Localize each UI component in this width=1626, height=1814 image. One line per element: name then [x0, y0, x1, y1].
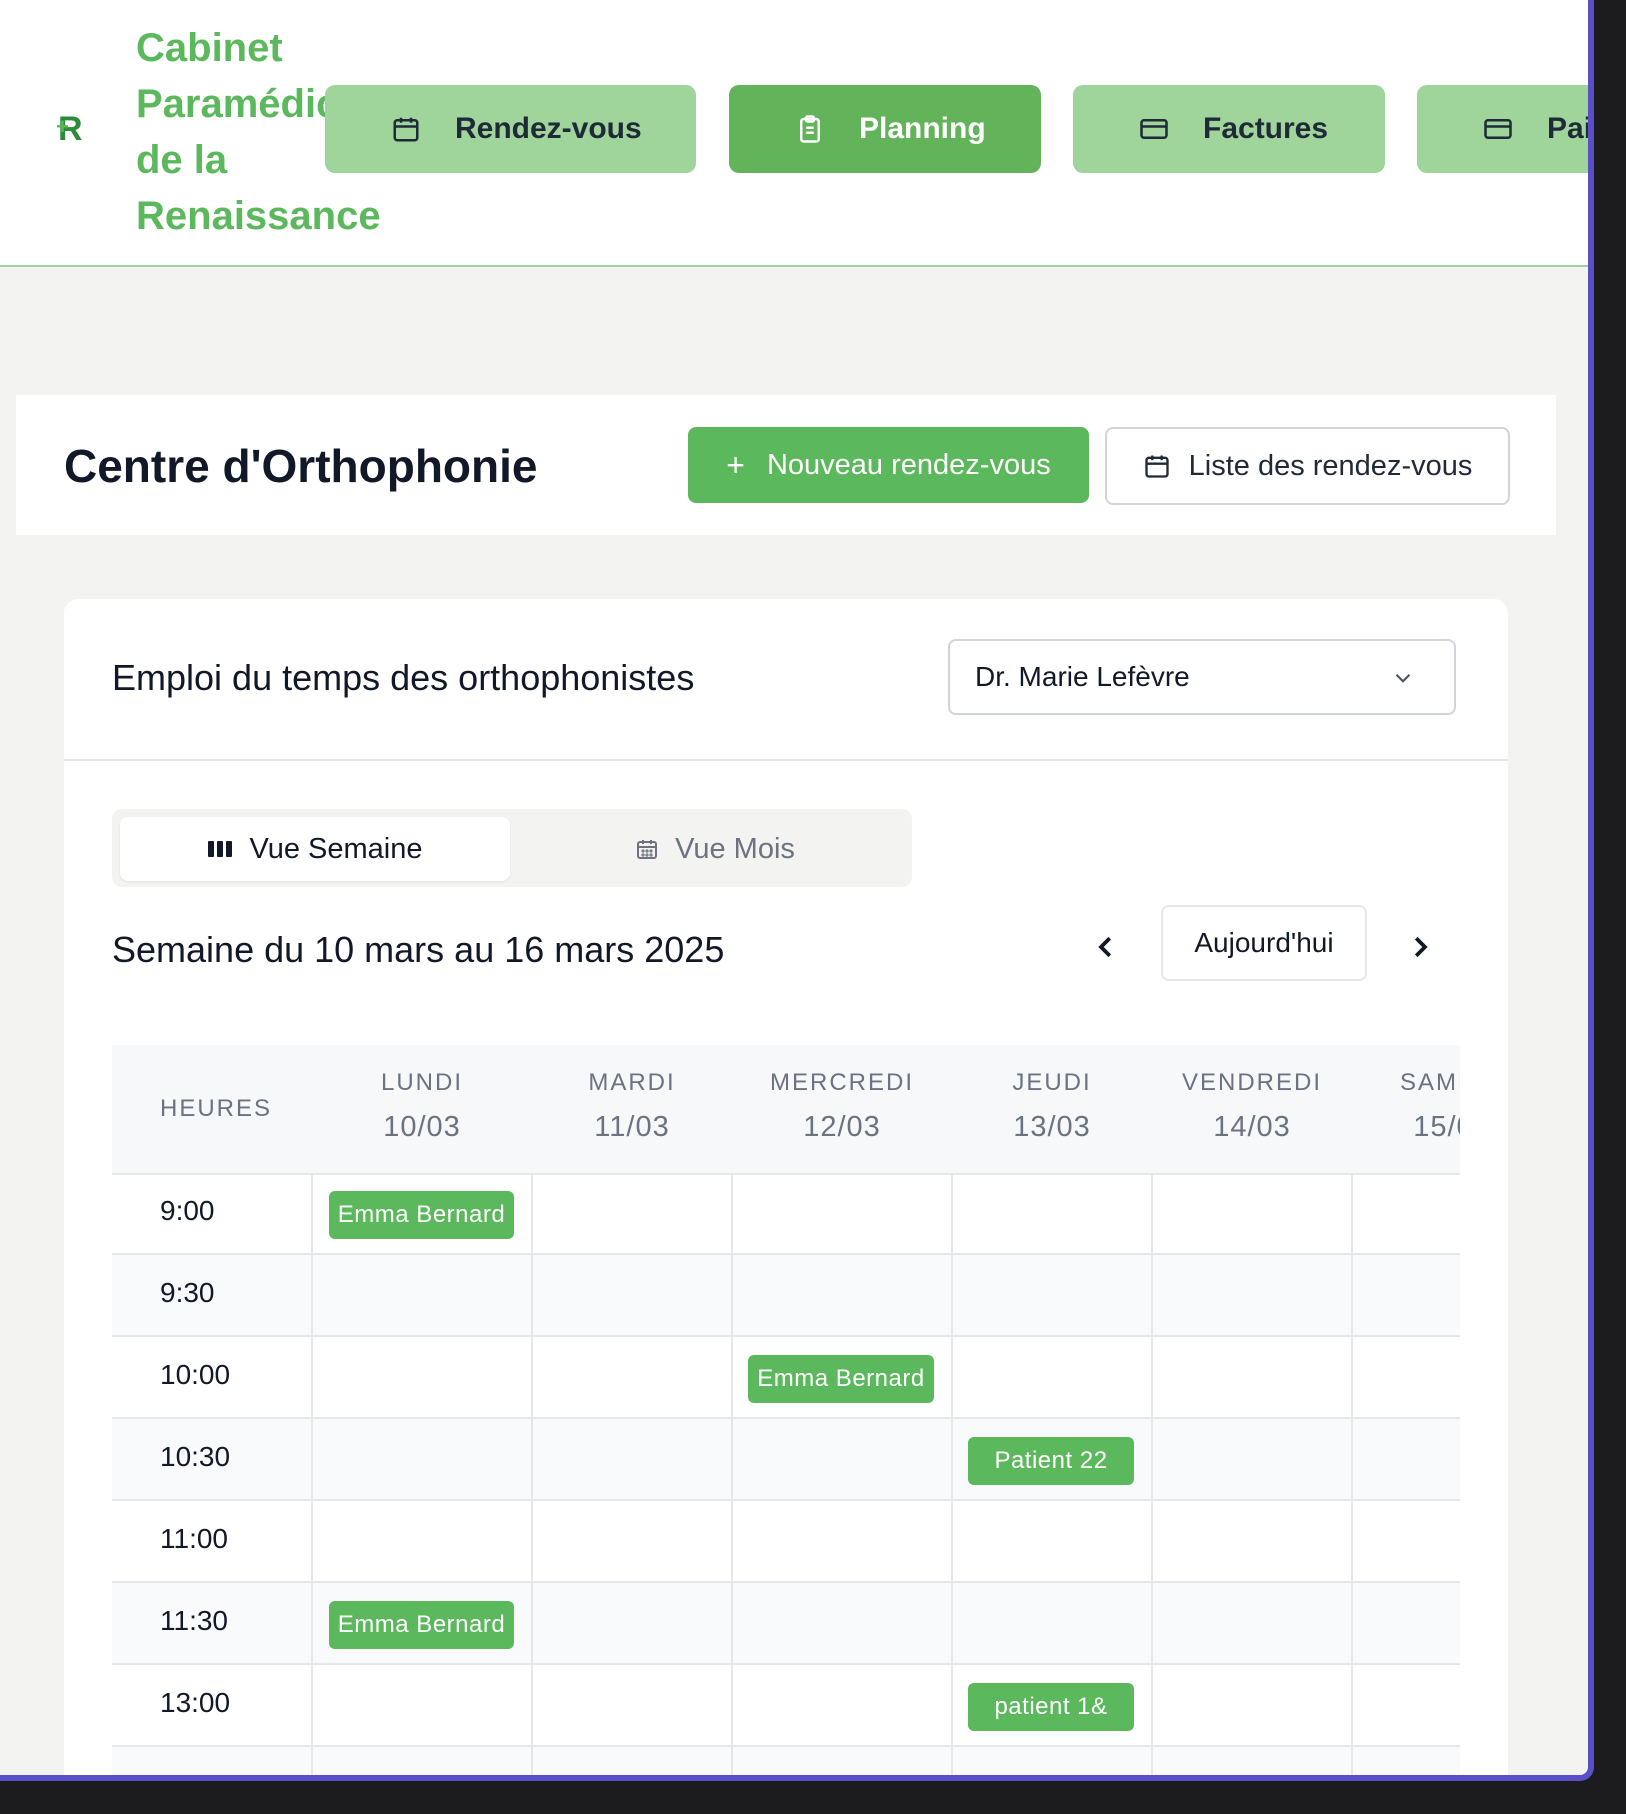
- chevron-down-icon: [1390, 665, 1416, 698]
- day-name: JEUDI: [1012, 1069, 1092, 1096]
- appointment-list-label: Liste des rendez-vous: [1188, 449, 1473, 482]
- time-row: 13:00: [112, 1665, 1460, 1747]
- browser-viewport: + R Cabinet Paramédic de la Renaissance R…: [0, 0, 1594, 1781]
- column-divider: [1351, 1173, 1353, 1775]
- day-header: VENDREDI 14/03: [1152, 1069, 1352, 1144]
- plus-icon: +: [726, 446, 745, 483]
- next-week-button[interactable]: [1400, 927, 1440, 967]
- previous-week-button[interactable]: [1086, 927, 1126, 967]
- brand-line: Renaissance: [136, 194, 381, 238]
- tab-label: Vue Semaine: [249, 832, 423, 865]
- column-divider: [1151, 1173, 1153, 1775]
- time-row: 11:00: [112, 1501, 1460, 1583]
- day-header: JEUDI 13/03: [952, 1069, 1152, 1144]
- week-range-label: Semaine du 10 mars au 16 mars 2025: [112, 929, 725, 970]
- calendar-icon: [1143, 452, 1171, 480]
- time-label: 9:00: [160, 1195, 215, 1226]
- calendar-header-row: HEURES LUNDI 10/03 MARDI 11/03 MERCREDI …: [112, 1045, 1460, 1175]
- calendar-icon: [389, 112, 423, 146]
- tab-month-view[interactable]: Vue Mois: [520, 817, 910, 881]
- appointment-list-button[interactable]: Liste des rendez-vous: [1105, 427, 1510, 505]
- appointment-chip[interactable]: Patient 22: [968, 1437, 1134, 1485]
- appointment-chip[interactable]: Emma Bernard: [329, 1601, 514, 1649]
- day-header: LUNDI 10/03: [312, 1069, 532, 1144]
- columns-icon: [207, 839, 233, 859]
- nav-label: Factures: [1203, 112, 1329, 145]
- time-row: 9:30: [112, 1255, 1460, 1337]
- hours-column-header: HEURES: [160, 1095, 273, 1122]
- logo-icon[interactable]: + R: [56, 112, 88, 146]
- tab-label: Vue Mois: [675, 832, 795, 865]
- day-name: LUNDI: [380, 1069, 463, 1096]
- page-title: Centre d'Orthophonie: [64, 440, 538, 492]
- day-header: MERCREDI 12/03: [732, 1069, 952, 1144]
- column-divider: [311, 1173, 313, 1775]
- practitioner-select-value: Dr. Marie Lefèvre: [975, 661, 1190, 692]
- day-header: SAMEDI 15/03: [1352, 1069, 1460, 1144]
- calendar-grid-icon: [635, 837, 659, 861]
- week-calendar-grid: HEURES LUNDI 10/03 MARDI 11/03 MERCREDI …: [112, 1045, 1460, 1775]
- time-label: 10:30: [160, 1441, 231, 1472]
- time-label: 10:00: [160, 1359, 231, 1390]
- day-date: 15/03: [1413, 1111, 1460, 1143]
- time-label: 11:30: [160, 1605, 228, 1636]
- brand-line: Cabinet: [136, 26, 283, 70]
- chevron-right-icon: [1414, 936, 1428, 958]
- nav-planning-button[interactable]: Planning: [729, 85, 1041, 173]
- credit-card-icon: [1481, 112, 1515, 146]
- time-row: 9:00: [112, 1173, 1460, 1255]
- tab-week-view[interactable]: Vue Semaine: [120, 817, 510, 881]
- time-label: 9:30: [160, 1277, 215, 1308]
- day-name: VENDREDI: [1181, 1069, 1323, 1096]
- nav-label: Pai: [1547, 112, 1593, 145]
- day-date: 10/03: [383, 1111, 461, 1143]
- nav-factures-button[interactable]: Factures: [1073, 85, 1385, 173]
- time-label: 13:00: [160, 1687, 231, 1718]
- day-header: MARDI 11/03: [532, 1069, 732, 1144]
- column-divider: [531, 1173, 533, 1775]
- today-button[interactable]: Aujourd'hui: [1161, 905, 1367, 981]
- credit-card-icon: [1137, 112, 1171, 146]
- day-name: MARDI: [588, 1069, 676, 1096]
- day-name: SAMEDI: [1399, 1069, 1460, 1096]
- top-navigation: + R Cabinet Paramédic de la Renaissance R…: [0, 0, 1588, 267]
- time-row: [112, 1747, 1460, 1775]
- appointment-chip[interactable]: patient 1&: [968, 1683, 1134, 1731]
- day-name: MERCREDI: [769, 1069, 914, 1096]
- practitioner-select[interactable]: Dr. Marie Lefèvre: [948, 639, 1456, 715]
- new-appointment-label: Nouveau rendez-vous: [766, 448, 1051, 481]
- appointment-chip[interactable]: Emma Bernard: [748, 1355, 934, 1403]
- nav-paiements-button[interactable]: Pai: [1417, 85, 1593, 173]
- appointment-chip[interactable]: Emma Bernard: [329, 1191, 514, 1239]
- day-date: 14/03: [1213, 1111, 1291, 1143]
- day-date: 11/03: [594, 1111, 670, 1143]
- nav-rendez-vous-button[interactable]: Rendez-vous: [325, 85, 696, 173]
- time-row: 10:30: [112, 1419, 1460, 1501]
- column-divider: [951, 1173, 953, 1775]
- schedule-card: Emploi du temps des orthophonistes Dr. M…: [64, 599, 1508, 1775]
- view-switcher: Vue Semaine Vue Mois: [112, 809, 912, 887]
- page-header: Centre d'Orthophonie + Nouveau rendez-vo…: [16, 395, 1556, 535]
- schedule-title: Emploi du temps des orthophonistes: [112, 657, 695, 698]
- chevron-left-icon: [1098, 936, 1112, 958]
- clipboard-icon: [793, 112, 827, 146]
- day-date: 13/03: [1013, 1111, 1091, 1143]
- day-date: 12/03: [803, 1111, 881, 1143]
- time-row: 11:30: [112, 1583, 1460, 1665]
- time-label: 11:00: [160, 1523, 228, 1554]
- schedule-header: Emploi du temps des orthophonistes Dr. M…: [64, 599, 1508, 761]
- new-appointment-button[interactable]: + Nouveau rendez-vous: [688, 427, 1089, 503]
- column-divider: [731, 1173, 733, 1775]
- nav-label: Rendez-vous: [455, 112, 642, 145]
- nav-label: Planning: [859, 112, 986, 145]
